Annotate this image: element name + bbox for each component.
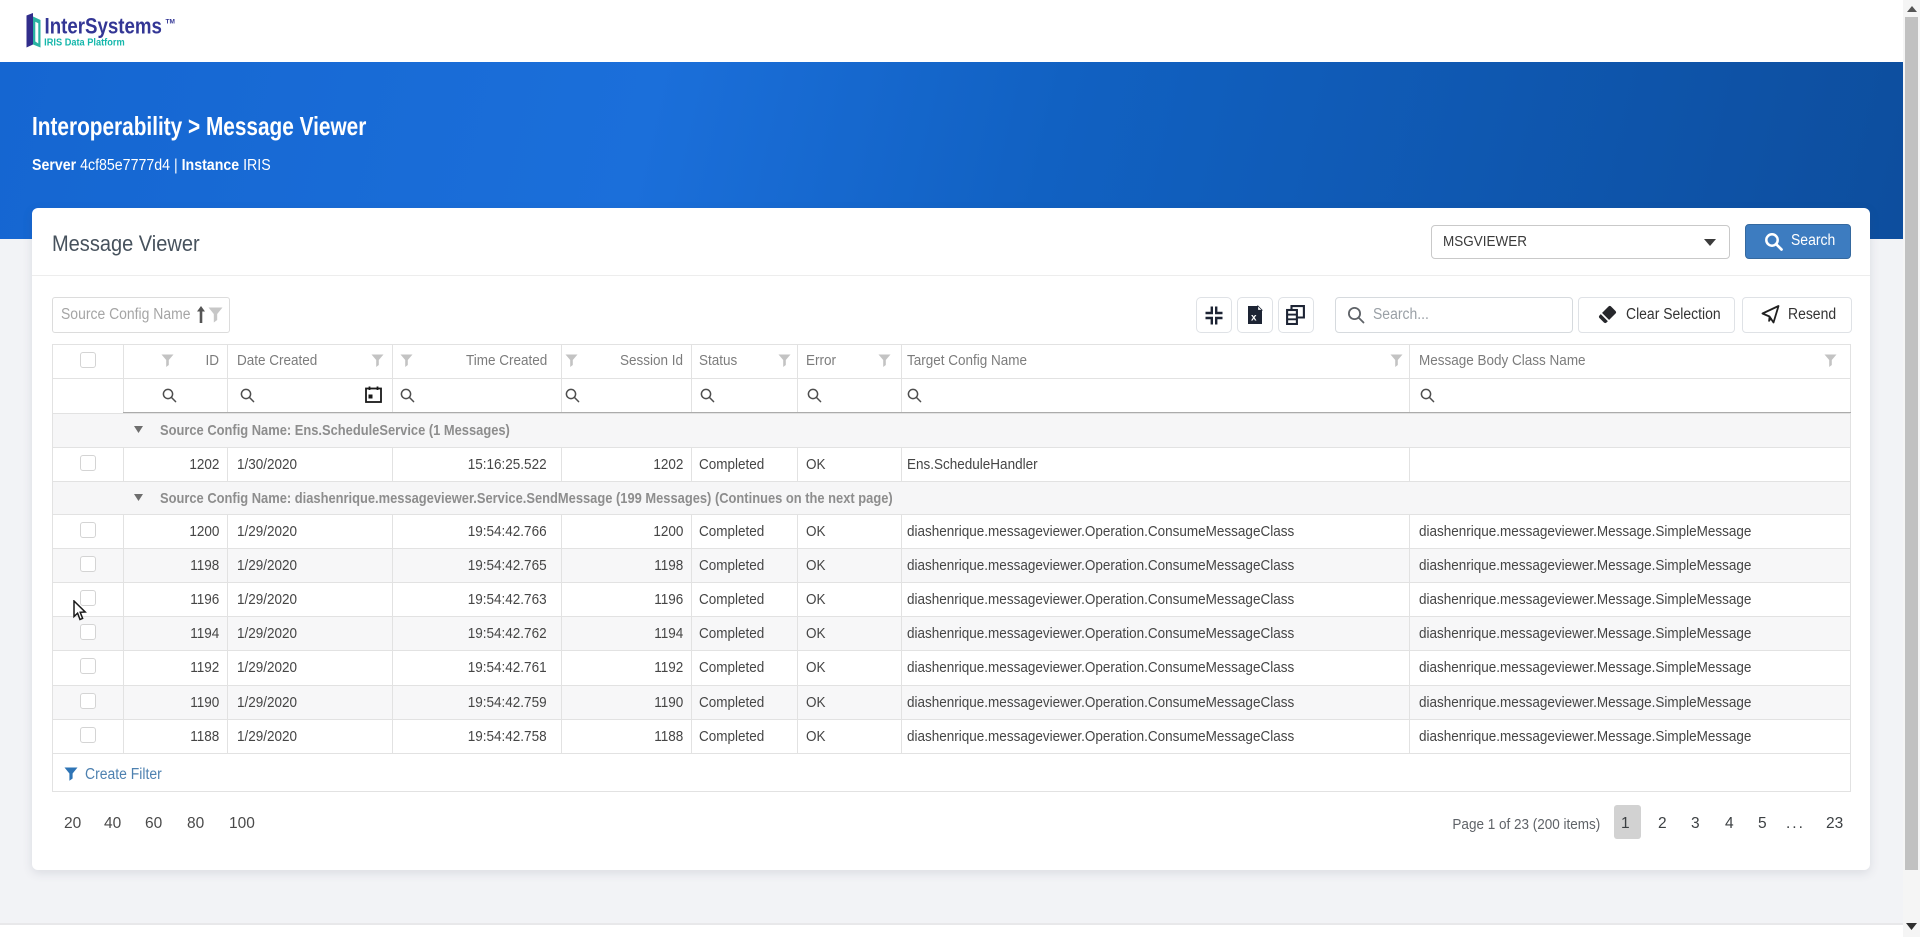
svg-text:InterSystems: InterSystems — [45, 15, 162, 39]
svg-text:TM: TM — [166, 19, 175, 26]
svg-text:IRIS Data Platform: IRIS Data Platform — [44, 37, 125, 49]
svg-text:x: x — [1251, 313, 1257, 324]
